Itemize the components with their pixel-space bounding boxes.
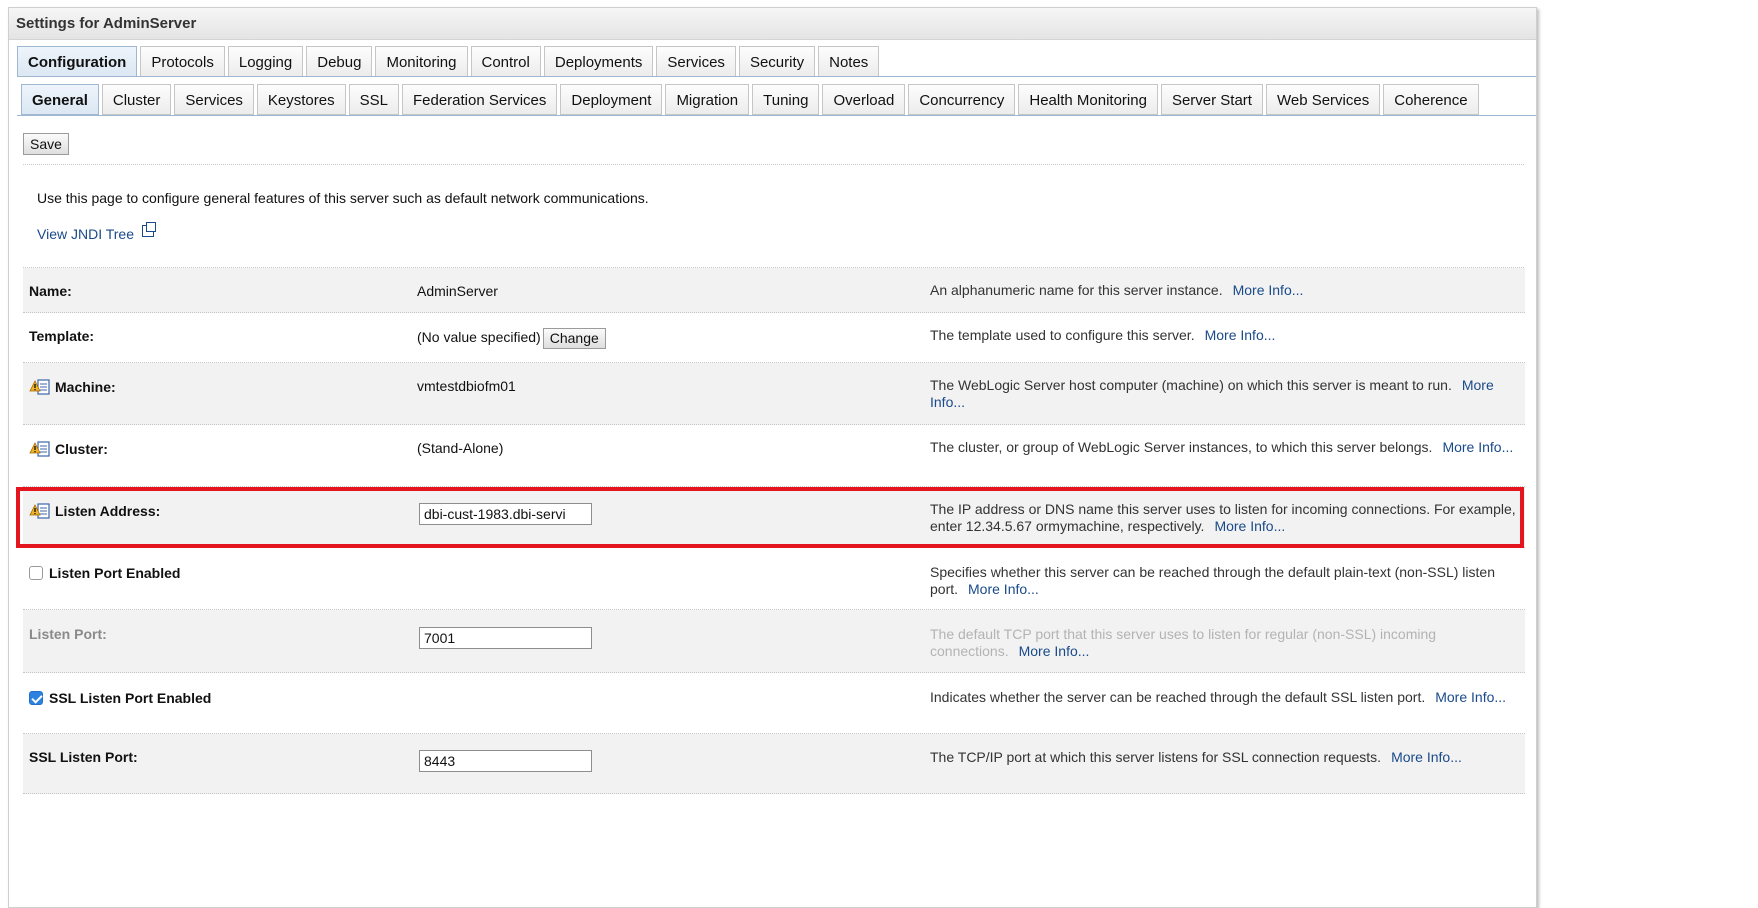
ssl-listen-port-label: SSL Listen Port: [29, 749, 138, 765]
listen-port-enabled-label: Listen Port Enabled [49, 565, 181, 581]
more-info-link[interactable]: More Info... [1391, 749, 1462, 765]
row-machine: Machine: vmtestdbiofm01 The WebLogic Ser… [23, 363, 1525, 425]
tab-control[interactable]: Control [470, 46, 541, 77]
row-cluster: Cluster: (Stand-Alone) The cluster, or g… [23, 425, 1525, 487]
row-name: Name: AdminServer An alphanumeric name f… [23, 268, 1525, 313]
listen-port-enabled-group: Listen Port Enabled [29, 565, 180, 581]
subtab-migration[interactable]: Migration [665, 84, 750, 115]
tab-security[interactable]: Security [738, 46, 816, 77]
listen-port-enabled-checkbox[interactable] [29, 566, 43, 580]
subtab-keystores[interactable]: Keystores [256, 84, 346, 115]
row-ssl-listen-port-enabled: SSL Listen Port Enabled Indicates whethe… [23, 673, 1525, 734]
machine-label: Machine: [55, 379, 116, 395]
tab-notes[interactable]: Notes [818, 46, 880, 77]
cluster-description: The cluster, or group of WebLogic Server… [930, 439, 1518, 456]
tab-configuration[interactable]: Configuration [17, 46, 138, 77]
subtab-web-services[interactable]: Web Services [1265, 84, 1381, 115]
row-ssl-listen-port: SSL Listen Port: The TCP/IP port at whic… [23, 734, 1525, 794]
template-value-text: (No value specified) [417, 329, 541, 345]
tab-logging[interactable]: Logging [227, 46, 304, 77]
page-description: Use this page to configure general featu… [37, 190, 649, 206]
more-info-link[interactable]: More Info... [1205, 327, 1276, 343]
subtab-cluster[interactable]: Cluster [101, 84, 172, 115]
more-info-link[interactable]: More Info... [1233, 282, 1304, 298]
external-window-icon [142, 222, 156, 237]
ssl-listen-port-enabled-group: SSL Listen Port Enabled [29, 690, 211, 706]
name-desc-text: An alphanumeric name for this server ins… [930, 282, 1223, 298]
tab-debug[interactable]: Debug [306, 46, 373, 77]
template-description: The template used to configure this serv… [930, 327, 1518, 344]
listen-address-label: Listen Address: [55, 503, 161, 519]
more-info-link[interactable]: More Info... [1019, 643, 1090, 659]
listen-port-desc-text: The default TCP port that this server us… [930, 626, 1437, 659]
save-button[interactable]: Save [23, 133, 69, 155]
ssl-listen-port-enabled-checkbox[interactable] [29, 691, 43, 705]
dynamic-attribute-icon [29, 503, 50, 519]
listen-port-description: The default TCP port that this server us… [930, 626, 1518, 660]
listen-port-enabled-description: Specifies whether this server can be rea… [930, 564, 1518, 598]
tab-divider [17, 76, 1536, 77]
change-button[interactable]: Change [542, 328, 606, 349]
ssl-listen-port-description: The TCP/IP port at which this server lis… [930, 749, 1518, 766]
machine-label-group: Machine: [29, 377, 116, 396]
subtab-services[interactable]: Services [174, 84, 254, 115]
divider [23, 164, 1524, 165]
subtab-concurrency[interactable]: Concurrency [908, 84, 1016, 115]
listen-port-input[interactable] [419, 627, 592, 649]
dynamic-attribute-icon [29, 441, 50, 457]
name-value: AdminServer [417, 283, 498, 299]
tab-services[interactable]: Services [656, 46, 736, 77]
more-info-link[interactable]: More Info... [968, 581, 1039, 597]
cluster-label: Cluster: [55, 441, 108, 457]
listen-port-label: Listen Port: [29, 626, 107, 642]
primary-tab-bar: Configuration Protocols Logging Debug Mo… [17, 46, 880, 77]
ssl-listen-port-enabled-description: Indicates whether the server can be reac… [930, 689, 1518, 706]
subtab-server-start[interactable]: Server Start [1160, 84, 1263, 115]
dynamic-attribute-icon [29, 379, 50, 395]
name-label: Name: [29, 283, 72, 299]
panel-title: Settings for AdminServer [9, 8, 1536, 40]
subtab-divider [17, 115, 1536, 116]
cluster-desc-text: The cluster, or group of WebLogic Server… [930, 439, 1433, 455]
more-info-link[interactable]: More Info... [1214, 518, 1285, 534]
tab-deployments[interactable]: Deployments [543, 46, 654, 77]
template-value: (No value specified) Change [417, 328, 606, 349]
secondary-tab-bar: General Cluster Services Keystores SSL F… [21, 84, 1479, 115]
template-desc-text: The template used to configure this serv… [930, 327, 1195, 343]
machine-value: vmtestdbiofm01 [417, 378, 516, 394]
machine-description: The WebLogic Server host computer (machi… [930, 377, 1518, 411]
machine-desc-text: The WebLogic Server host computer (machi… [930, 377, 1452, 393]
template-label: Template: [29, 328, 95, 344]
tab-protocols[interactable]: Protocols [140, 46, 225, 77]
row-listen-address: Listen Address: The IP address or DNS na… [23, 487, 1525, 548]
subtab-deployment[interactable]: Deployment [560, 84, 663, 115]
subtab-general[interactable]: General [21, 84, 99, 115]
subtab-health-monitoring[interactable]: Health Monitoring [1018, 84, 1158, 115]
view-jndi-tree-link[interactable]: View JNDI Tree [37, 222, 156, 242]
jndi-link-label: View JNDI Tree [37, 226, 134, 242]
name-description: An alphanumeric name for this server ins… [930, 282, 1518, 299]
ssl-listen-port-enabled-label: SSL Listen Port Enabled [49, 690, 212, 706]
cluster-value: (Stand-Alone) [417, 440, 504, 456]
subtab-tuning[interactable]: Tuning [752, 84, 820, 115]
tab-monitoring[interactable]: Monitoring [375, 46, 468, 77]
more-info-link[interactable]: More Info... [1442, 439, 1513, 455]
ssl-listen-port-desc-text: The TCP/IP port at which this server lis… [930, 749, 1382, 765]
subtab-overload[interactable]: Overload [822, 84, 906, 115]
ssl-listen-port-input[interactable] [419, 750, 592, 772]
subtab-federation-services[interactable]: Federation Services [401, 84, 558, 115]
subtab-ssl[interactable]: SSL [348, 84, 399, 115]
listen-address-description: The IP address or DNS name this server u… [930, 501, 1518, 535]
cluster-label-group: Cluster: [29, 439, 108, 458]
ssl-listen-port-enabled-desc-text: Indicates whether the server can be reac… [930, 689, 1426, 705]
row-listen-port-enabled: Listen Port Enabled Specifies whether th… [23, 548, 1525, 610]
row-listen-port: Listen Port: The default TCP port that t… [23, 610, 1525, 673]
listen-address-label-group: Listen Address: [29, 501, 160, 520]
more-info-link[interactable]: More Info... [1435, 689, 1506, 705]
listen-address-input[interactable] [419, 503, 592, 525]
subtab-coherence[interactable]: Coherence [1383, 84, 1479, 115]
settings-panel: Settings for AdminServer Configuration P… [8, 7, 1537, 908]
row-template: Template: (No value specified) Change The… [23, 313, 1525, 363]
